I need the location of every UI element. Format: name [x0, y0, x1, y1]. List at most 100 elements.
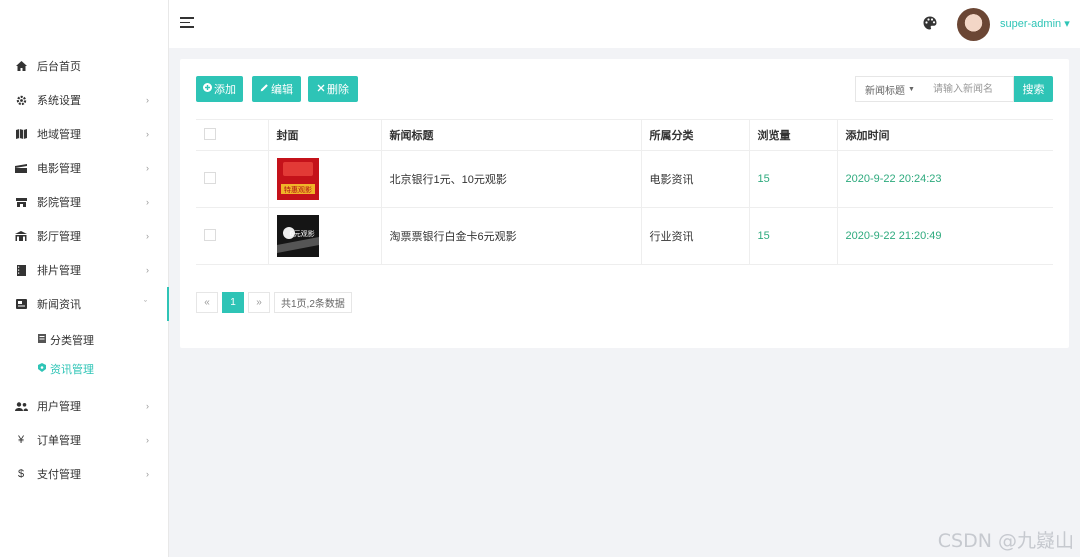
- avatar[interactable]: [957, 8, 990, 41]
- user-menu[interactable]: super-admin ▾: [1000, 17, 1070, 30]
- views-cell: 15: [749, 207, 838, 265]
- add-button[interactable]: 添加: [196, 76, 243, 102]
- sidebar-item-label: 用户管理: [37, 401, 81, 413]
- top-header: super-admin ▾: [169, 0, 1080, 48]
- category-cell: 行业资讯: [641, 207, 750, 265]
- sidebar-item-label: 订单管理: [37, 435, 81, 447]
- sidebar-item-label: 排片管理: [37, 265, 81, 277]
- views-cell: 15: [749, 150, 838, 208]
- sidebar-item-halls[interactable]: 影厅管理 ›: [0, 219, 169, 253]
- news-icon: [14, 299, 28, 309]
- select-all-checkbox[interactable]: [204, 127, 216, 140]
- home-icon: [14, 61, 28, 71]
- category-cell: 电影资讯: [641, 150, 750, 208]
- schedule-icon: [14, 264, 28, 276]
- search-field-select[interactable]: 新闻标题 ▼: [855, 76, 925, 102]
- sidebar-item-label: 系统设置: [37, 95, 81, 107]
- gear-icon: [14, 95, 28, 106]
- sidebar-item-label: 影厅管理: [37, 231, 81, 243]
- sidebar-item-system-settings[interactable]: 系统设置 ›: [0, 83, 169, 117]
- sidebar-item-payments[interactable]: $ 支付管理 ›: [0, 457, 169, 491]
- pagination-info: 共1页,2条数据: [274, 292, 352, 313]
- sidebar-item-region[interactable]: 地域管理 ›: [0, 117, 169, 151]
- column-header: 封面: [268, 119, 382, 151]
- sidebar-item-schedule[interactable]: 排片管理 ›: [0, 253, 169, 287]
- sidebar-item-users[interactable]: 用户管理 ›: [0, 389, 169, 423]
- pencil-icon: [260, 83, 269, 95]
- delete-button[interactable]: 删除: [308, 76, 358, 102]
- cover-text: 6元观影: [289, 229, 314, 238]
- sidebar-item-movies[interactable]: 电影管理 ›: [0, 151, 169, 185]
- sidebar-item-orders[interactable]: ¥ 订单管理 ›: [0, 423, 169, 457]
- chevron-right-icon: ›: [146, 265, 149, 275]
- news-cover-image: 6元观影: [276, 215, 319, 257]
- category-icon: [38, 334, 46, 345]
- table-row[interactable]: 特惠观影 北京银行1元、10元观影 电影资讯 15 2020-9-22 20:2…: [196, 150, 1053, 208]
- sidebar-subitem-news-manage[interactable]: 资讯管理: [0, 354, 169, 383]
- hall-icon: [14, 231, 28, 241]
- sidebar-item-label: 影院管理: [37, 197, 81, 209]
- dollar-icon: $: [17, 468, 25, 480]
- row-select-cell: [196, 207, 269, 265]
- sidebar-item-label: 新闻资讯: [37, 299, 81, 311]
- prev-page-button[interactable]: «: [196, 292, 218, 313]
- row-checkbox[interactable]: [204, 228, 216, 241]
- time-cell: 2020-9-22 21:20:49: [837, 207, 1053, 265]
- row-select-cell: [196, 150, 269, 208]
- column-header: 所属分类: [641, 119, 750, 151]
- sidebar-item-label: 电影管理: [37, 163, 81, 175]
- table-row[interactable]: 6元观影 淘票票银行白金卡6元观影 行业资讯 15 2020-9-22 21:2…: [196, 207, 1053, 265]
- palette-icon[interactable]: [923, 16, 937, 30]
- search-field-label: 新闻标题: [865, 85, 906, 97]
- row-checkbox[interactable]: [204, 171, 216, 184]
- pagination: « 1 » 共1页,2条数据: [196, 292, 356, 313]
- column-header: 添加时间: [837, 119, 1053, 151]
- film-icon: [14, 163, 28, 173]
- sidebar: 后台首页 系统设置 › 地域管理 › 电影管理 › 影院管理 › 影厅管理 ›: [0, 0, 169, 557]
- chevron-right-icon: ›: [146, 129, 149, 139]
- select-all-cell: [196, 119, 269, 151]
- edit-button[interactable]: 编辑: [252, 76, 301, 102]
- cinema-icon: [14, 197, 28, 207]
- news-table: 封面 新闻标题 所属分类 浏览量 添加时间 特惠观影 北京银行1元、10元观影 …: [196, 119, 1053, 265]
- news-cover-image: 特惠观影: [276, 158, 319, 200]
- search-input[interactable]: [924, 76, 1014, 102]
- news-title-cell: 北京银行1元、10元观影: [381, 150, 642, 208]
- sidebar-subitem-label: 资讯管理: [50, 363, 94, 376]
- chevron-right-icon: ›: [146, 435, 149, 445]
- chevron-right-icon: ›: [146, 231, 149, 241]
- users-icon: [14, 401, 28, 411]
- cover-cell: 特惠观影: [268, 150, 382, 208]
- sidebar-item-label: 地域管理: [37, 129, 81, 141]
- sidebar-item-news[interactable]: 新闻资讯 ˇ: [0, 287, 169, 321]
- chevron-right-icon: ›: [146, 95, 149, 105]
- menu-toggle-icon[interactable]: [180, 17, 194, 29]
- chevron-down-icon: ˇ: [144, 299, 147, 309]
- sidebar-item-home[interactable]: 后台首页: [0, 49, 169, 83]
- search-button[interactable]: 搜索: [1014, 76, 1053, 102]
- news-item-icon: [38, 363, 46, 374]
- page-1-button[interactable]: 1: [222, 292, 244, 313]
- chevron-right-icon: ›: [146, 469, 149, 479]
- cover-text: 特惠观影: [284, 185, 312, 194]
- caret-down-icon: ▼: [908, 85, 915, 93]
- yen-icon: ¥: [17, 434, 25, 446]
- chevron-right-icon: ›: [146, 163, 149, 173]
- column-header: 浏览量: [749, 119, 838, 151]
- content-card: 添加 编辑 删除 新闻标题 ▼ 搜索 封面 新闻标题 所属分类 浏览量 添加时间: [180, 59, 1069, 348]
- sidebar-subitem-category[interactable]: 分类管理: [0, 325, 169, 354]
- chevron-right-icon: ›: [146, 197, 149, 207]
- column-header: 新闻标题: [381, 119, 642, 151]
- sidebar-item-cinemas[interactable]: 影院管理 ›: [0, 185, 169, 219]
- cover-cell: 6元观影: [268, 207, 382, 265]
- close-icon: [317, 84, 325, 95]
- map-icon: [14, 129, 28, 139]
- next-page-button[interactable]: »: [248, 292, 270, 313]
- plus-circle-icon: [203, 83, 212, 95]
- delete-button-label: 删除: [327, 84, 349, 96]
- sidebar-item-label: 后台首页: [37, 61, 81, 73]
- chevron-right-icon: ›: [146, 401, 149, 411]
- watermark: CSDN @九嶷山: [937, 530, 1074, 552]
- time-cell: 2020-9-22 20:24:23: [837, 150, 1053, 208]
- sidebar-subitem-label: 分类管理: [50, 334, 94, 347]
